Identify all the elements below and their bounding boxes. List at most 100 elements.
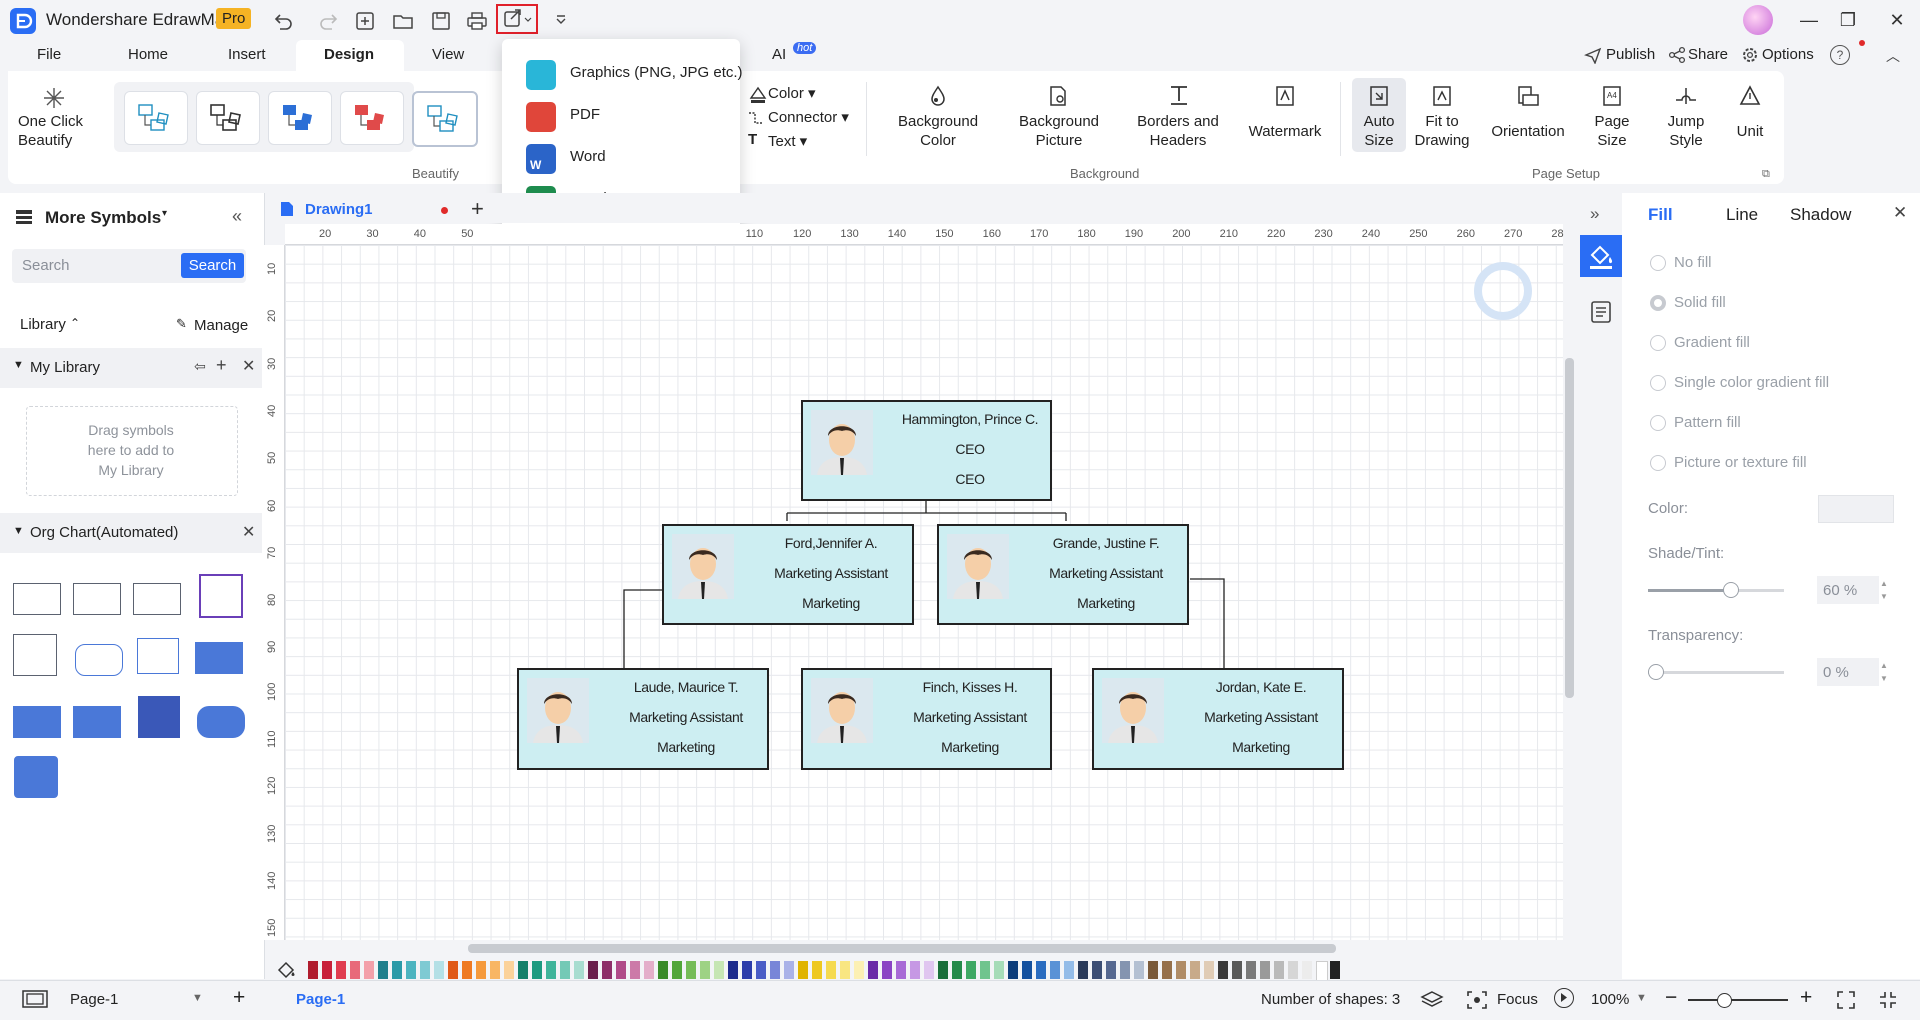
zoom-in-icon[interactable]: +: [1800, 986, 1812, 1010]
color-swatch[interactable]: [1316, 961, 1328, 981]
color-swatch[interactable]: [714, 961, 724, 979]
org-shape-thumb[interactable]: [197, 706, 245, 738]
transparency-slider-track[interactable]: [1648, 671, 1784, 674]
shade-slider-thumb[interactable]: [1722, 582, 1739, 598]
color-swatch[interactable]: [644, 961, 654, 979]
more-symbols-dropdown-icon[interactable]: ▾: [162, 208, 167, 219]
radio-picture-fill[interactable]: [1650, 455, 1666, 471]
manage-button[interactable]: Manage: [194, 317, 248, 334]
close-my-library-icon[interactable]: ✕: [242, 356, 255, 376]
color-swatch[interactable]: [1330, 961, 1340, 979]
fullscreen-icon[interactable]: [1878, 990, 1898, 1010]
color-swatch[interactable]: [980, 961, 990, 979]
collapse-panel-icon[interactable]: «: [232, 206, 242, 227]
fill-bucket-icon[interactable]: [276, 960, 298, 980]
color-swatch[interactable]: [406, 961, 416, 979]
color-swatch[interactable]: [1078, 961, 1088, 979]
tab-fill[interactable]: Fill: [1648, 205, 1673, 225]
beautify-style-4[interactable]: [340, 91, 404, 145]
color-swatch[interactable]: [616, 961, 626, 979]
color-swatch[interactable]: [490, 961, 500, 979]
color-swatch[interactable]: [966, 961, 976, 979]
color-swatch[interactable]: [756, 961, 766, 979]
org-shape-thumb[interactable]: [13, 583, 61, 615]
color-swatch[interactable]: [882, 961, 892, 979]
document-tab-drawing1[interactable]: Drawing1: [305, 201, 373, 218]
one-click-beautify-button[interactable]: One Click Beautify: [18, 112, 88, 150]
org-shape-thumb[interactable]: [14, 756, 58, 798]
background-color-button[interactable]: Background Color: [898, 112, 978, 150]
org-shape-thumb[interactable]: [133, 583, 181, 615]
org-node-jordan[interactable]: Jordan, Kate E. Marketing Assistant Mark…: [1092, 668, 1344, 770]
color-swatch[interactable]: [1162, 961, 1172, 979]
color-swatch[interactable]: [350, 961, 360, 979]
search-button[interactable]: Search: [181, 253, 244, 278]
color-swatch[interactable]: [938, 961, 948, 979]
radio-gradient-fill[interactable]: [1650, 335, 1666, 351]
fit-to-drawing-button[interactable]: Fit to Drawing: [1412, 112, 1472, 150]
radio-single-color-gradient[interactable]: [1650, 375, 1666, 391]
color-swatch[interactable]: [798, 961, 808, 979]
color-swatch[interactable]: [994, 961, 1004, 979]
org-shape-thumb[interactable]: [73, 706, 121, 738]
org-shape-thumb[interactable]: [195, 642, 243, 674]
color-swatch[interactable]: [462, 961, 472, 979]
collapse-ribbon-icon[interactable]: ︿: [1886, 46, 1900, 66]
print-icon[interactable]: [466, 10, 488, 32]
jump-style-button[interactable]: Jump Style: [1660, 112, 1712, 150]
color-swatch[interactable]: [1064, 961, 1074, 979]
transparency-slider-thumb[interactable]: [1648, 664, 1664, 680]
color-swatch[interactable]: [476, 961, 486, 979]
org-node-laude[interactable]: Laude, Maurice T. Marketing Assistant Ma…: [517, 668, 769, 770]
focus-button[interactable]: Focus: [1497, 991, 1538, 1008]
page-tab-page-1[interactable]: Page-1: [296, 991, 345, 1008]
redo-icon[interactable]: [318, 10, 340, 32]
color-picker-swatch[interactable]: [1818, 495, 1894, 523]
background-picture-button[interactable]: Background Picture: [1018, 112, 1100, 150]
color-swatch[interactable]: [812, 961, 822, 979]
color-swatch[interactable]: [868, 961, 878, 979]
vertical-scrollbar[interactable]: [1565, 358, 1574, 698]
zoom-dropdown-icon[interactable]: ▼: [1636, 992, 1647, 1004]
option-solid-fill[interactable]: Solid fill: [1674, 294, 1726, 311]
color-swatch[interactable]: [504, 961, 514, 979]
radio-pattern-fill[interactable]: [1650, 415, 1666, 431]
menu-insert[interactable]: Insert: [228, 46, 266, 63]
org-shape-thumb[interactable]: [138, 696, 180, 738]
play-presentation-icon[interactable]: [1554, 988, 1574, 1008]
fit-page-icon[interactable]: [1836, 990, 1856, 1010]
close-org-chart-icon[interactable]: ✕: [242, 522, 255, 542]
manage-icon[interactable]: ✎: [176, 316, 187, 332]
color-swatch[interactable]: [560, 961, 570, 979]
color-swatch[interactable]: [1260, 961, 1270, 979]
page-setup-launcher-icon[interactable]: ⧉: [1762, 168, 1770, 181]
org-shape-thumb[interactable]: [199, 574, 243, 618]
page-list-icon[interactable]: [22, 990, 48, 1008]
color-swatch[interactable]: [686, 961, 696, 979]
new-page-icon[interactable]: [354, 10, 376, 32]
color-swatch[interactable]: [1274, 961, 1284, 979]
undo-icon[interactable]: [272, 10, 294, 32]
help-icon[interactable]: ?: [1830, 45, 1850, 65]
text-button[interactable]: Text ▾: [768, 132, 807, 151]
color-swatch[interactable]: [448, 961, 458, 979]
export-button[interactable]: [496, 4, 538, 34]
color-swatch[interactable]: [728, 961, 738, 979]
option-single-color-gradient-fill[interactable]: Single color gradient fill: [1674, 374, 1829, 391]
save-icon[interactable]: [430, 10, 452, 32]
share-button[interactable]: Share: [1688, 46, 1728, 63]
transparency-stepper-icon[interactable]: ▲ ▼: [1880, 659, 1888, 685]
menu-design[interactable]: Design: [324, 46, 374, 63]
publish-icon[interactable]: [1584, 46, 1602, 64]
color-swatch[interactable]: [1106, 961, 1116, 979]
page-properties-icon[interactable]: [1590, 300, 1612, 324]
add-document-tab-icon[interactable]: +: [471, 196, 484, 222]
export-option-word[interactable]: W Word: [502, 136, 740, 178]
menu-home[interactable]: Home: [128, 46, 168, 63]
color-swatch[interactable]: [1232, 961, 1242, 979]
color-swatch[interactable]: [784, 961, 794, 979]
color-swatch[interactable]: [1246, 961, 1256, 979]
close-window-icon[interactable]: ✕: [1885, 10, 1909, 32]
color-swatch[interactable]: [1302, 961, 1312, 979]
org-shape-thumb[interactable]: [13, 706, 61, 738]
